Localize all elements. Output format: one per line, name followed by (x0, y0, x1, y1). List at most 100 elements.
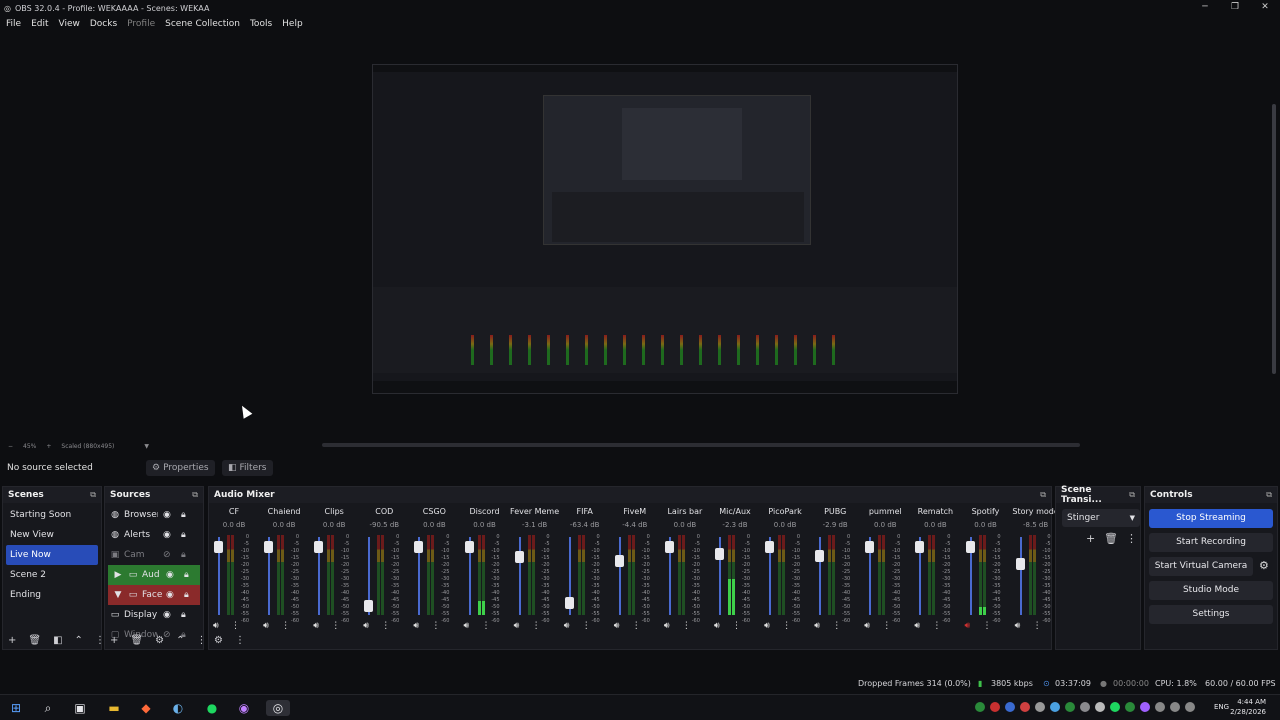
volume-slider-handle[interactable] (815, 549, 825, 562)
tray-icon[interactable] (1125, 702, 1135, 712)
eye-icon[interactable]: ◉ (166, 570, 174, 580)
scene-filters-icon[interactable]: ◧ (53, 635, 62, 646)
more-options-icon[interactable]: ⋮ (932, 621, 941, 631)
filters-button[interactable]: ◧ Filters (222, 460, 273, 476)
menu-profile[interactable]: Profile (127, 19, 155, 29)
more-options-icon[interactable]: ⋮ (632, 621, 641, 631)
obs-taskbar-icon[interactable]: ◎ (266, 700, 290, 716)
add-source-icon[interactable]: + (110, 635, 118, 646)
virtual-camera-settings-icon[interactable]: ⚙ (1259, 559, 1269, 572)
volume-slider-handle[interactable] (765, 540, 775, 553)
lock-icon[interactable]: 🔒︎ (181, 550, 186, 560)
menu-docks[interactable]: Docks (90, 19, 117, 29)
volume-slider-handle[interactable] (664, 540, 674, 553)
more-options-icon[interactable]: ⋮ (882, 621, 891, 631)
tray-icon[interactable] (1065, 702, 1075, 712)
speaker-icon[interactable]: 🔊︎ (464, 621, 470, 631)
scale-dropdown-icon[interactable]: ▼ (144, 443, 149, 450)
tray-icon[interactable] (1035, 702, 1045, 712)
tray-icon[interactable] (1110, 702, 1120, 712)
volume-slider-handle[interactable] (414, 540, 424, 553)
more-options-icon[interactable]: ⋮ (782, 621, 791, 631)
remove-source-icon[interactable]: 🗑 (130, 635, 143, 646)
speaker-icon[interactable]: 🔊︎ (363, 621, 369, 631)
properties-button[interactable]: ⚙ Properties (146, 460, 215, 476)
source-properties-icon[interactable]: ⚙ (155, 635, 164, 646)
eye-icon[interactable]: ◉ (163, 530, 171, 540)
more-options-icon[interactable]: ⋮ (832, 621, 841, 631)
source-group[interactable]: ▼ ▭ Face ◉ 🔒︎ (108, 585, 200, 605)
menu-help[interactable]: Help (282, 19, 303, 29)
start-recording-button[interactable]: Start Recording (1149, 533, 1273, 552)
start-virtual-camera-button[interactable]: Start Virtual Camera (1149, 557, 1253, 576)
more-options-icon[interactable]: ⋮ (482, 621, 491, 631)
undock-icon[interactable]: ⧉ (1129, 490, 1135, 500)
lock-icon[interactable]: 🔒︎ (181, 510, 186, 520)
speaker-icon[interactable]: 🔊︎ (764, 621, 770, 631)
add-scene-icon[interactable]: + (8, 635, 16, 646)
speaker-icon[interactable]: 🔊︎ (1015, 621, 1021, 631)
volume-slider-handle[interactable] (915, 540, 925, 553)
tray-icon[interactable] (990, 702, 1000, 712)
source-item[interactable]: ▭ Display ◉ 🔒︎ (105, 605, 203, 625)
move-up-icon[interactable]: ⌃ (176, 635, 184, 646)
file-explorer-icon[interactable]: ▬ (106, 700, 122, 716)
scene-item[interactable]: Starting Soon (3, 505, 101, 525)
more-options-icon[interactable]: ⋮ (532, 621, 541, 631)
transition-select[interactable]: Stinger ▼ (1062, 509, 1140, 527)
volume-slider-handle[interactable] (715, 547, 724, 560)
speaker-icon[interactable]: 🔊︎ (864, 621, 870, 631)
steam-icon[interactable]: ◐ (170, 700, 186, 716)
add-transition-icon[interactable]: + (1086, 532, 1095, 545)
undock-icon[interactable]: ⧉ (90, 490, 96, 500)
speaker-icon[interactable]: 🔊︎ (263, 621, 269, 631)
volume-slider[interactable] (518, 537, 521, 615)
maximize-button[interactable]: ❐ (1220, 0, 1250, 14)
muted-speaker-icon[interactable]: 🔊︎ (965, 621, 971, 631)
more-options-icon[interactable]: ⋮ (582, 621, 591, 631)
undock-icon[interactable]: ⧉ (1040, 490, 1046, 500)
tray-icon[interactable] (975, 702, 985, 712)
search-icon[interactable]: ⌕ (40, 700, 56, 716)
lock-icon[interactable]: 🔒︎ (184, 590, 189, 600)
tray-icon[interactable] (1155, 702, 1165, 712)
volume-slider-handle[interactable] (314, 540, 324, 553)
preview-vertical-scrollbar[interactable] (1270, 34, 1278, 438)
task-view-icon[interactable]: ▣ (72, 700, 88, 716)
eye-icon[interactable]: ◉ (163, 610, 171, 620)
volume-slider-handle[interactable] (865, 540, 875, 553)
expand-icon[interactable]: ▶ (112, 570, 124, 580)
speaker-icon[interactable]: 🔊︎ (814, 621, 820, 631)
more-options-icon[interactable]: ⋮ (196, 635, 206, 646)
tray-icon[interactable] (1140, 702, 1150, 712)
volume-slider[interactable] (1019, 537, 1022, 615)
speaker-icon[interactable]: 🔊︎ (714, 621, 720, 631)
speaker-icon[interactable]: 🔊︎ (614, 621, 620, 631)
brave-browser-icon[interactable]: ◆ (138, 700, 154, 716)
more-options-icon[interactable]: ⋮ (281, 621, 290, 631)
move-up-icon[interactable]: ⌃ (75, 635, 83, 646)
tray-icon[interactable] (1050, 702, 1060, 712)
source-group[interactable]: ▶ ▭ Aud ◉ 🔒︎ (108, 565, 200, 585)
volume-slider-handle[interactable] (564, 596, 574, 609)
taskbar-clock[interactable]: 4:44 AM 2/28/2026 (1230, 697, 1266, 717)
tray-icon[interactable] (1170, 702, 1180, 712)
more-options-icon[interactable]: ⋮ (331, 621, 340, 631)
more-options-icon[interactable]: ⋮ (231, 621, 240, 631)
scene-item[interactable]: Ending (3, 585, 101, 605)
scene-item[interactable]: Scene 2 (3, 565, 101, 585)
undock-icon[interactable]: ⧉ (1266, 490, 1272, 500)
volume-slider-handle[interactable] (214, 540, 223, 553)
volume-slider-handle[interactable] (614, 554, 624, 567)
eye-icon[interactable]: ◉ (163, 510, 171, 520)
volume-slider-handle[interactable] (364, 600, 374, 612)
windows-start-icon[interactable]: ⊞ (8, 700, 24, 716)
eye-icon[interactable]: ◉ (166, 590, 174, 600)
speaker-icon[interactable]: 🔊︎ (664, 621, 670, 631)
remove-transition-icon[interactable]: 🗑 (1104, 532, 1118, 545)
scene-item[interactable]: New View (3, 525, 101, 545)
stop-streaming-button[interactable]: Stop Streaming (1149, 509, 1273, 528)
chrome-icon[interactable]: ◉ (236, 700, 252, 716)
volume-slider[interactable] (618, 537, 621, 615)
settings-button[interactable]: Settings (1149, 605, 1273, 624)
